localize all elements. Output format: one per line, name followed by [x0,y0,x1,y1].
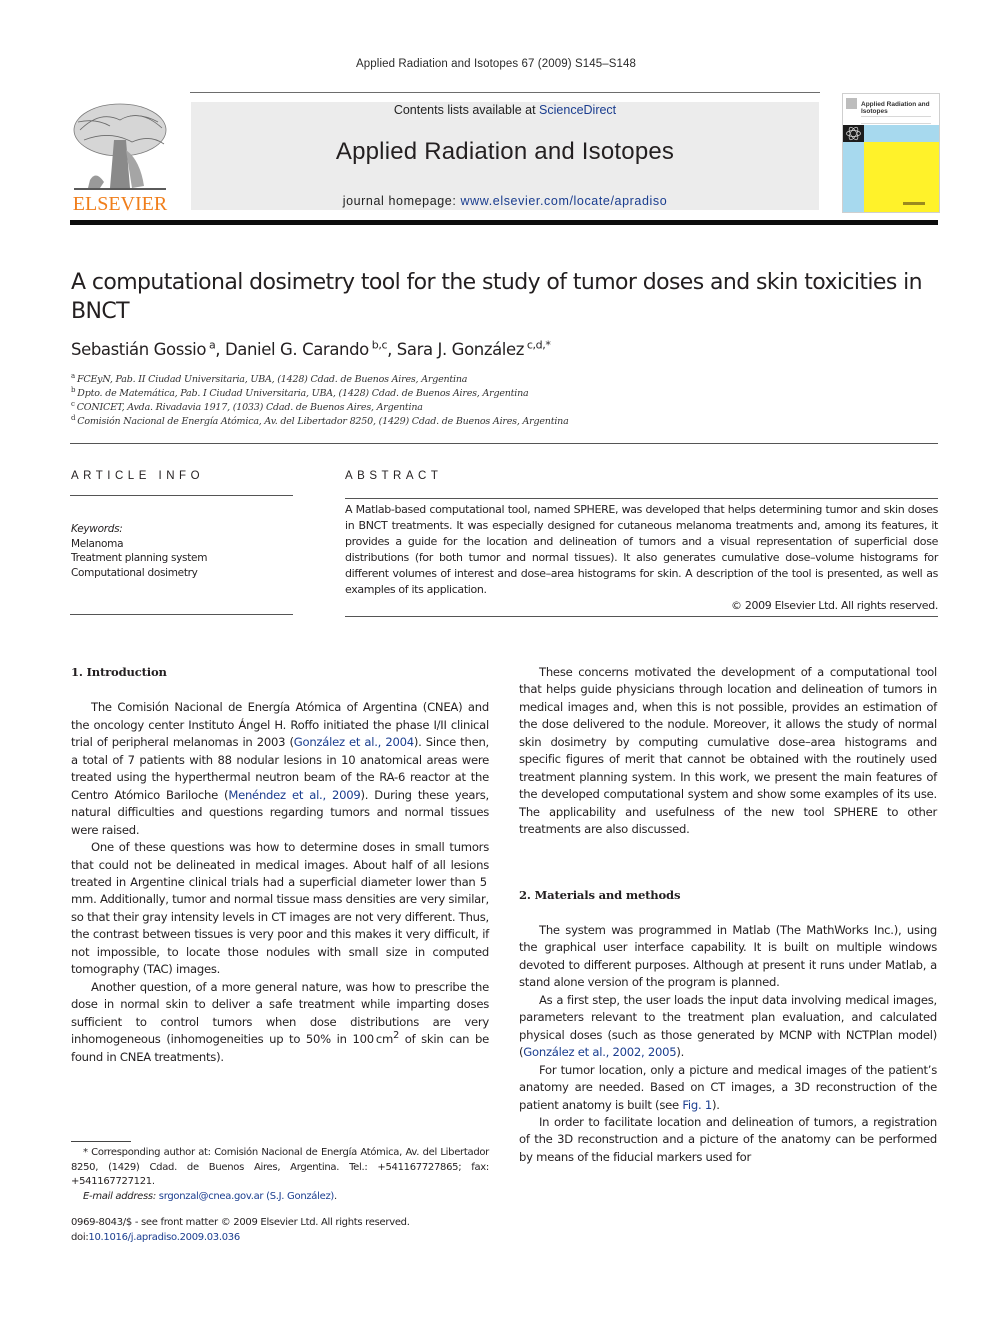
affiliations: a FCEyN, Pab. II Ciudad Universitaria, UB… [71,371,931,429]
keywords-label: Keywords: [71,523,123,535]
keyword: Treatment planning system [71,552,208,564]
abstract-text: A Matlab-based computational tool, named… [345,503,938,596]
section-heading: 1. Introduction [71,665,167,679]
footnote-rule [71,1141,131,1142]
journal-banner: Contents lists available at ScienceDirec… [191,102,819,210]
article-title: A computational dosimetry tool for the s… [71,270,923,324]
divider [345,498,938,499]
contents-line: Contents lists available at ScienceDirec… [191,103,819,117]
citation-link[interactable]: Menéndez et al., 2009 [228,788,360,802]
author[interactable]: Daniel G. Carando b,c [225,338,388,360]
keyword: Computational dosimetry [71,566,198,579]
paragraph: The system was programmed in Matlab (The… [519,922,937,990]
affiliation: d Comisión Nacional de Energía Atómica, A… [71,413,569,427]
sciencedirect-link[interactable]: ScienceDirect [539,103,616,117]
contents-prefix: Contents lists available at [393,103,540,117]
corresponding-author-note: * Corresponding author at: Comisión Naci… [71,1147,489,1187]
paragraph: Another question, of a more general natu… [71,979,489,1064]
email-note: E-mail address: srgonzal@cnea.gov.ar (S.… [83,1190,337,1202]
author-affil-mark: c,d,* [526,338,551,352]
header-rule [190,92,820,93]
cover-subtitle-lines [861,116,931,124]
citation-link[interactable]: González et al., 2002, 2005 [523,1045,676,1059]
journal-title: Applied Radiation and Isotopes [335,138,675,165]
author-affil-mark: b,c [371,338,388,352]
author[interactable]: Sebastián Gossio a [71,340,216,360]
cover-publisher-mark [903,202,925,205]
divider [70,495,293,496]
body-column-right: These concerns motivated the development… [519,664,937,1166]
homepage-line: journal homepage: www.elsevier.com/locat… [191,194,819,208]
homepage-prefix: journal homepage: [342,194,461,208]
paragraph: One of these questions was how to determ… [71,840,489,977]
running-head: Applied Radiation and Isotopes 67 (2009)… [356,58,636,70]
header-thick-rule [70,220,938,225]
divider [70,614,293,615]
cover-blue-band [864,125,939,142]
cover-title: Applied Radiation and Isotopes [861,101,930,115]
elsevier-logo[interactable]: ELSEVIER [70,100,170,215]
cover-logo-icon [846,98,857,109]
cover-yellow-panel [864,142,939,212]
article-info-label: ARTICLE INFO [71,470,205,482]
paragraph: As a first step, the user loads the inpu… [519,992,937,1060]
abstract-copyright: © 2009 Elsevier Ltd. All rights reserved… [731,599,938,612]
cover-blue-strip [843,142,864,212]
doi-link[interactable]: 10.1016/j.apradiso.2009.03.036 [88,1232,240,1243]
author-list: Sebastián Gossio a, Daniel G. Carando b,… [71,338,551,360]
doi-line: doi:10.1016/j.apradiso.2009.03.036 [71,1231,240,1243]
author[interactable]: Sara J. González c,d,* [397,338,551,360]
divider [70,443,938,444]
affiliation: a FCEyN, Pab. II Ciudad Universitaria, UB… [71,371,468,385]
paragraph: For tumor location, only a picture and m… [519,1062,937,1112]
homepage-link[interactable]: www.elsevier.com/locate/apradiso [461,194,668,208]
affiliation: b Dpto. de Matemática, Pab. I Ciudad Univ… [71,385,529,399]
keywords: Keywords: Melanoma Treatment planning sy… [71,522,207,580]
affiliation: c CONICET, Avda. Rivadavia 1917, (1033) C… [71,399,423,413]
paragraph: In order to facilitate location and deli… [519,1114,937,1164]
footnote: * Corresponding author at: Comisión Naci… [71,1146,489,1204]
elsevier-tree-icon: ELSEVIER [73,103,168,215]
abstract: A Matlab-based computational tool, named… [345,502,938,614]
figure-link[interactable]: Fig. 1 [682,1098,712,1112]
divider [345,616,938,617]
elsevier-wordmark: ELSEVIER [73,193,168,212]
cover-atom-icon [843,125,864,142]
paragraph: The Comisión Nacional de Energía Atómica… [71,700,489,837]
email-link[interactable]: srgonzal@cnea.gov.ar [159,1191,264,1202]
section-heading: 2. Materials and methods [519,887,681,902]
body-column-left: 1. Introduction The Comisión Nacional de… [71,664,489,1066]
front-matter: 0969-8043/$ - see front matter © 2009 El… [71,1216,501,1245]
citation-link[interactable]: González et al., 2004 [294,735,414,749]
abstract-label: ABSTRACT [345,470,443,482]
journal-cover[interactable]: Applied Radiation and Isotopes [842,93,940,213]
issn-line: 0969-8043/$ - see front matter © 2009 El… [71,1217,410,1228]
keyword: Melanoma [71,537,124,550]
paragraph: These concerns motivated the development… [519,665,937,837]
